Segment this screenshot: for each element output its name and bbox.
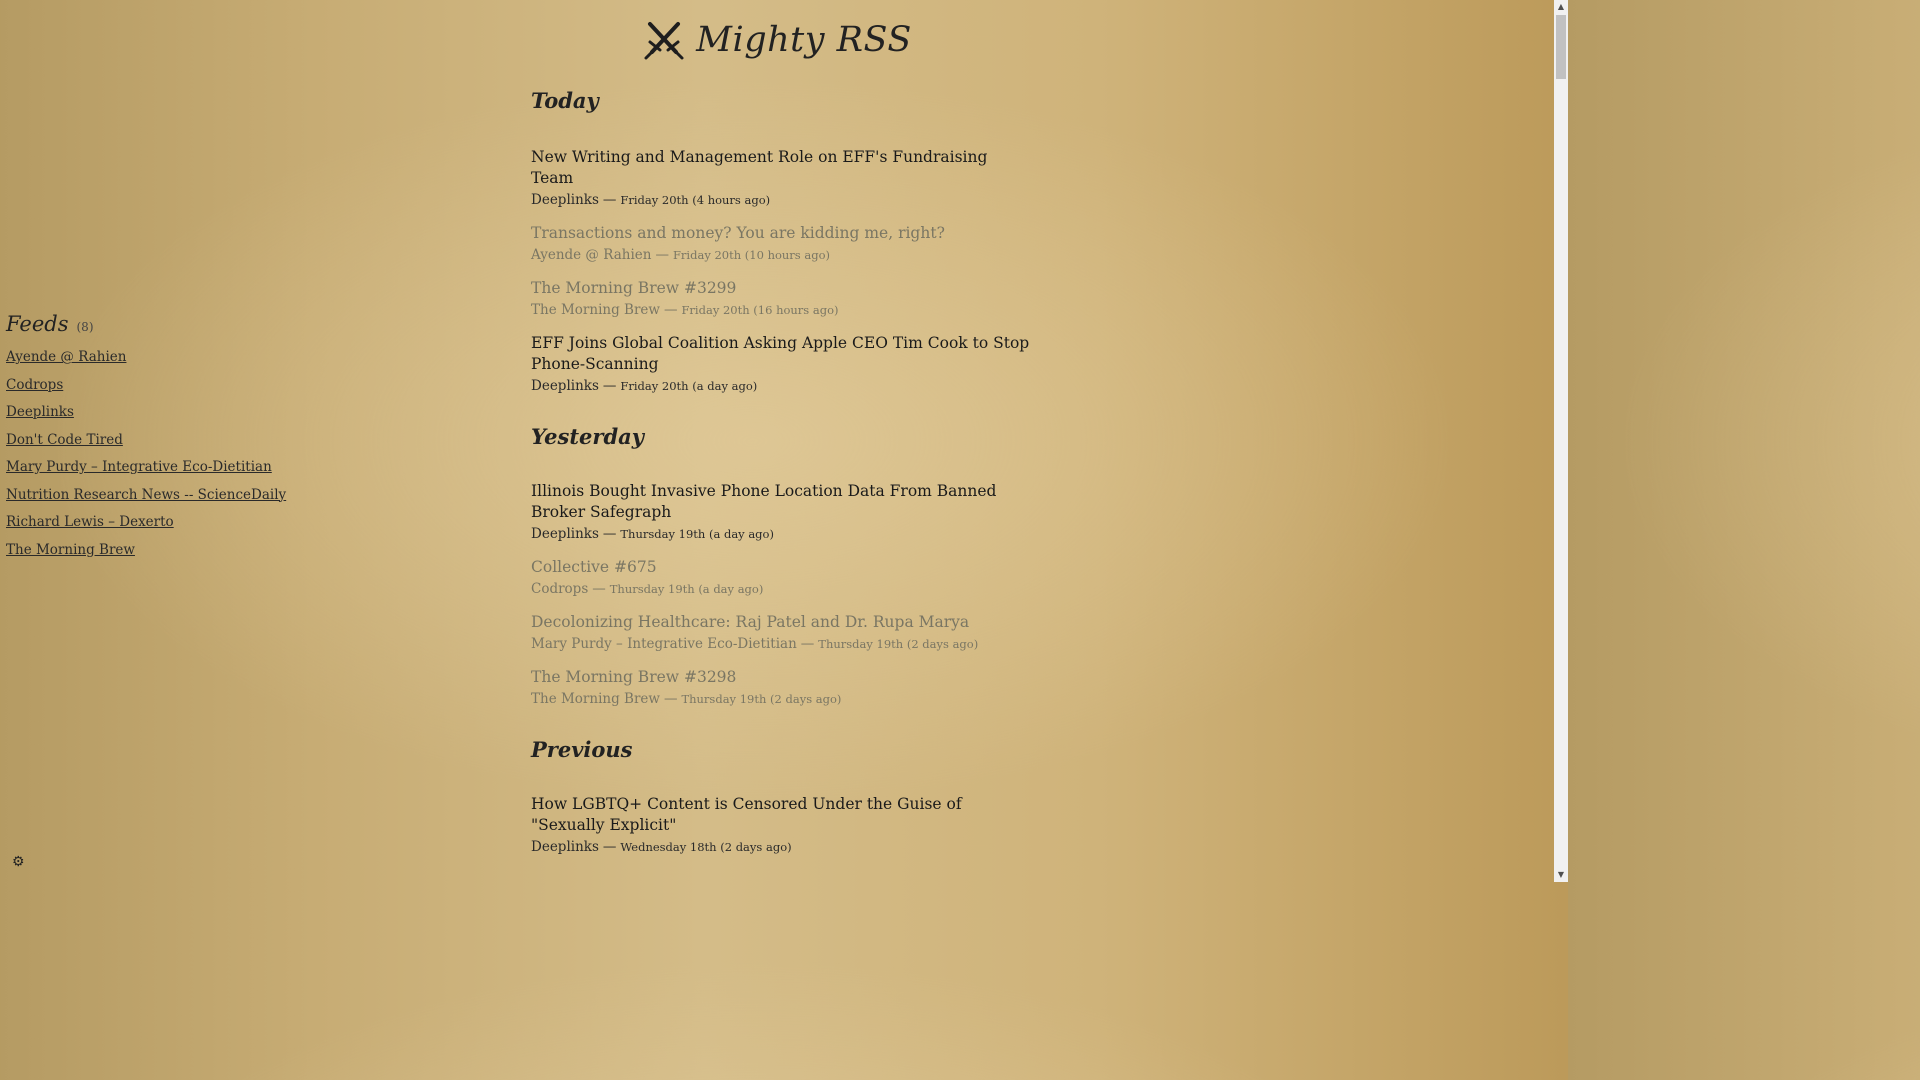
section-heading: Today (531, 88, 599, 113)
article-meta: Deeplinks — Friday 20th (4 hours ago) (531, 192, 1031, 208)
feeds-count: (8) (76, 320, 94, 334)
gear-icon[interactable]: ⚙ (12, 855, 26, 869)
article-source[interactable]: Deeplinks (531, 378, 599, 394)
article-source[interactable]: Deeplinks (531, 192, 599, 208)
article-meta: The Morning Brew — Friday 20th (16 hours a… (531, 302, 1031, 318)
article-item: How LGBTQ+ Content is Censored Under the… (531, 794, 1031, 855)
feed-link[interactable]: Codrops (6, 372, 306, 400)
article-item: New Writing and Management Role on EFF's… (531, 147, 1031, 208)
feed-link[interactable]: Don't Code Tired (6, 427, 306, 455)
article-title[interactable]: The Morning Brew #3298 (531, 667, 1031, 688)
article-item: Illinois Bought Invasive Phone Location … (531, 481, 1031, 542)
article-list: Today New Writing and Management Role on … (531, 88, 1031, 870)
article-title[interactable]: Decolonizing Healthcare: Raj Patel and D… (531, 612, 1031, 633)
article-item: EFF Joins Global Coalition Asking Apple … (531, 333, 1031, 394)
article-date: Wednesday 18th (2 days ago) (620, 840, 792, 854)
article-date: Friday 20th (4 hours ago) (620, 193, 771, 207)
feeds-sidebar: Feeds (8) Ayende @ Rahien Codrops Deeplink… (6, 312, 306, 564)
feed-link[interactable]: The Morning Brew (6, 537, 306, 565)
article-meta: Codrops — Thursday 19th (a day ago) (531, 581, 1031, 597)
article-date: Friday 20th (10 hours ago) (672, 248, 830, 262)
article-meta: Deeplinks — Wednesday 18th (2 days ago) (531, 839, 1031, 855)
article-source[interactable]: The Morning Brew (531, 691, 660, 707)
section-heading: Previous (531, 737, 633, 762)
article-title[interactable]: Illinois Bought Invasive Phone Location … (531, 481, 1031, 523)
article-item: The Morning Brew #3299 The Morning Brew — F… (531, 278, 1031, 318)
article-date: Friday 20th (a day ago) (620, 379, 758, 393)
article-title[interactable]: New Writing and Management Role on EFF's… (531, 147, 1031, 189)
scroll-down-arrow-icon[interactable]: ▼ (1554, 868, 1568, 882)
article-date: Thursday 19th (a day ago) (620, 527, 774, 541)
meta-separator: — (655, 247, 669, 263)
article-item: Collective #675 Codrops — Thursday 19th (a … (531, 557, 1031, 597)
article-title[interactable]: How LGBTQ+ Content is Censored Under the… (531, 794, 1031, 836)
meta-separator: — (663, 302, 678, 318)
meta-separator: — (663, 691, 678, 707)
article-source[interactable]: The Morning Brew (531, 302, 660, 318)
article-item: Decolonizing Healthcare: Raj Patel and D… (531, 612, 1031, 652)
article-date: Thursday 19th (a day ago) (609, 582, 764, 596)
feed-link[interactable]: Deeplinks (6, 399, 306, 427)
meta-separator: — (602, 192, 617, 208)
meta-separator: — (602, 526, 617, 542)
article-source[interactable]: Codrops (531, 581, 588, 597)
article-title[interactable]: Transactions and money? You are kidding … (531, 223, 1031, 244)
meta-separator: — (800, 636, 815, 652)
article-meta: Mary Purdy – Integrative Eco-Dietitian — T… (531, 636, 1031, 652)
article-item: The Morning Brew #3298 The Morning Brew — T… (531, 667, 1031, 707)
scroll-thumb[interactable] (1556, 15, 1566, 79)
article-meta: The Morning Brew — Thursday 19th (2 days a… (531, 691, 1031, 707)
feed-link[interactable]: Mary Purdy – Integrative Eco-Dietitian (6, 454, 306, 482)
feed-link[interactable]: Ayende @ Rahien (6, 344, 306, 372)
article-meta: Deeplinks — Friday 20th (a day ago) (531, 378, 1031, 394)
article-source[interactable]: Mary Purdy – Integrative Eco-Dietitian (531, 636, 797, 652)
article-meta: Ayende @ Rahien — Friday 20th (10 hours ag… (531, 247, 1031, 263)
site-title[interactable]: Mighty RSS (696, 20, 912, 60)
article-source[interactable]: Deeplinks (531, 526, 599, 542)
meta-separator: — (602, 378, 617, 394)
article-date: Thursday 19th (2 days ago) (681, 692, 842, 706)
article-title[interactable]: EFF Joins Global Coalition Asking Apple … (531, 333, 1031, 375)
article-meta: Deeplinks — Thursday 19th (a day ago) (531, 526, 1031, 542)
section-heading: Yesterday (531, 424, 644, 449)
site-header: Mighty RSS (0, 18, 1554, 62)
feeds-title: Feeds (6, 312, 69, 336)
article-title[interactable]: The Morning Brew #3299 (531, 278, 1031, 299)
feed-link[interactable]: Nutrition Research News -- ScienceDaily (6, 482, 306, 510)
meta-separator: — (592, 581, 606, 597)
feed-list: Ayende @ Rahien Codrops Deeplinks Don't Cod… (6, 344, 306, 564)
article-title[interactable]: Collective #675 (531, 557, 1031, 578)
article-item: Transactions and money? You are kidding … (531, 223, 1031, 263)
article-source[interactable]: Deeplinks (531, 839, 599, 855)
crossed-swords-icon (644, 22, 684, 60)
feeds-heading: Feeds (8) (6, 312, 306, 336)
scroll-up-arrow-icon[interactable]: ▲ (1554, 0, 1568, 14)
article-date: Friday 20th (16 hours ago) (681, 303, 839, 317)
article-source[interactable]: Ayende @ Rahien (531, 247, 651, 263)
article-date: Thursday 19th (2 days ago) (818, 637, 979, 651)
meta-separator: — (602, 839, 617, 855)
scrollbar[interactable]: ▲ ▼ (1554, 0, 1568, 882)
feed-link[interactable]: Richard Lewis – Dexerto (6, 509, 306, 537)
